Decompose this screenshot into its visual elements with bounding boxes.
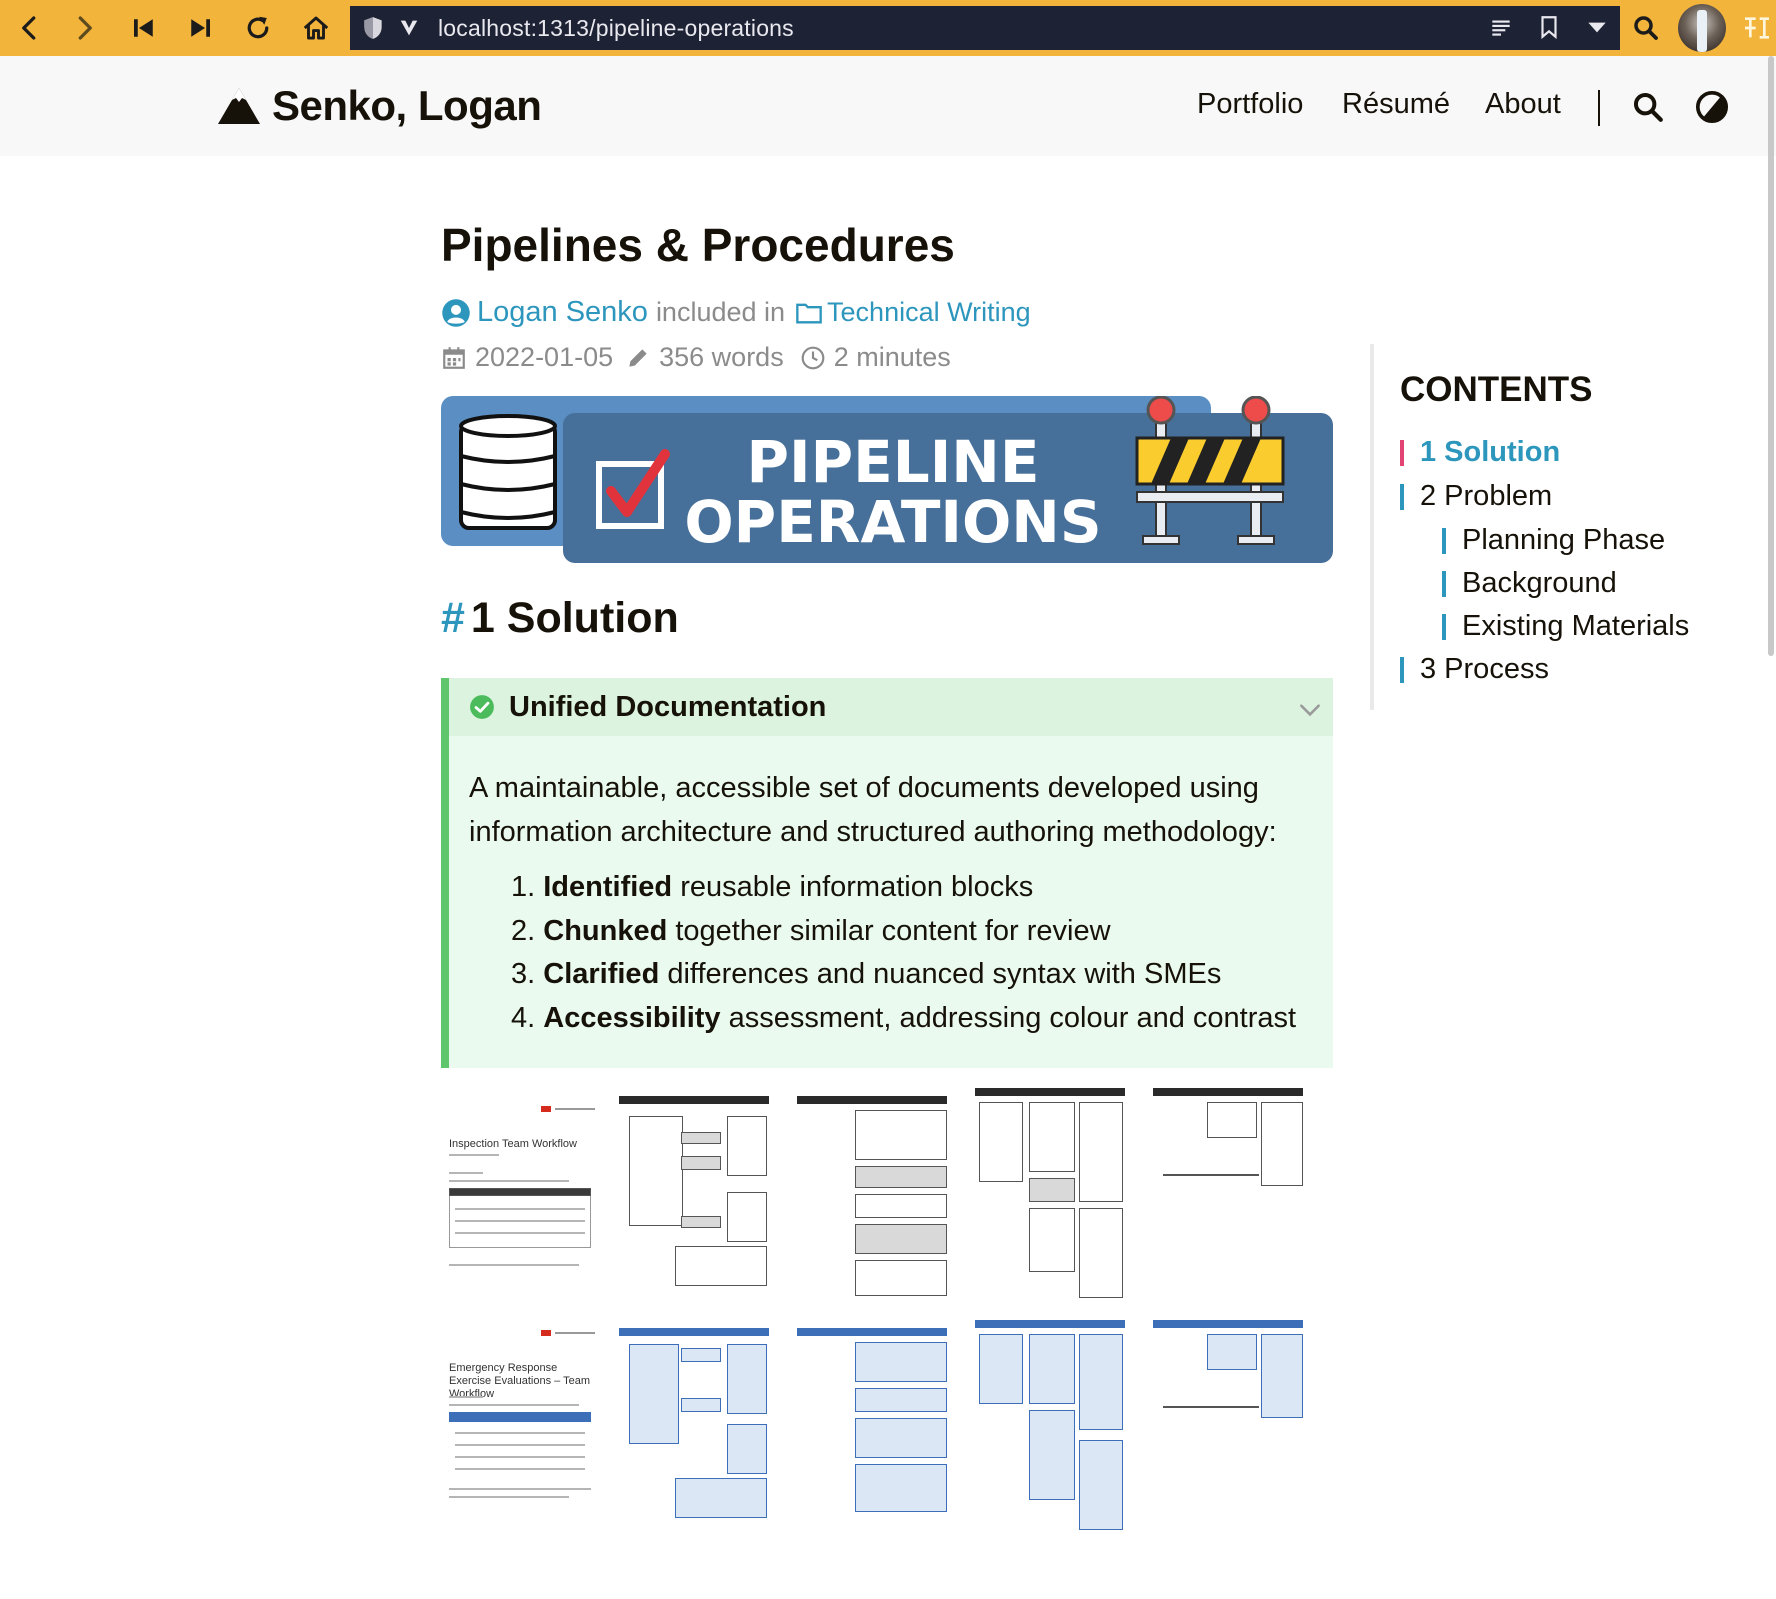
thumbnail-title: Inspection Team Workflow xyxy=(449,1138,577,1150)
site-brand[interactable]: Senko, Logan xyxy=(216,82,542,130)
admonition-intro: A maintainable, accessible set of docume… xyxy=(469,772,1277,848)
post-meta-author: Logan Senko included in Technical Writin… xyxy=(441,296,1031,329)
page-scrollbar[interactable] xyxy=(1768,56,1774,656)
site-search-icon[interactable] xyxy=(1631,90,1665,124)
rewind-icon[interactable] xyxy=(124,8,164,48)
clock-icon xyxy=(801,346,825,369)
shield-icon[interactable] xyxy=(362,15,384,41)
reading-time: 2 minutes xyxy=(833,342,951,372)
brand-name[interactable]: Senko, Logan xyxy=(272,82,542,130)
thumbnail-inspection-overview[interactable]: Inspection Team Workflow xyxy=(441,1096,595,1266)
list-item: 1. Identified reusable information block… xyxy=(511,871,1034,903)
thumbnail-post-inspection[interactable] xyxy=(975,1088,1125,1303)
user-circle-icon xyxy=(442,298,470,327)
reader-view-icon[interactable] xyxy=(1488,14,1514,40)
word-count: 356 words xyxy=(659,342,784,372)
theme-toggle-icon[interactable] xyxy=(1695,90,1729,124)
fast-forward-icon[interactable] xyxy=(180,8,220,48)
toc-item-background[interactable]: Background xyxy=(1442,567,1617,600)
forward-icon[interactable] xyxy=(64,8,104,48)
author-link[interactable]: Logan Senko xyxy=(477,296,648,329)
bookmark-icon[interactable] xyxy=(1536,14,1562,40)
nav-about[interactable]: About xyxy=(1485,88,1561,121)
dropdown-icon[interactable] xyxy=(1584,14,1610,40)
thumbnail-inspection[interactable] xyxy=(797,1096,947,1301)
list-item: 4. Accessibility assessment, addressing … xyxy=(511,1001,1297,1034)
site-info-icon[interactable] xyxy=(398,17,420,39)
thumbnail-emergency-overview[interactable]: Emergency Response Exercise Evaluations … xyxy=(441,1328,595,1508)
browser-toolbar: localhost:1313/pipeline-operations xyxy=(0,0,1776,56)
back-icon[interactable] xyxy=(10,8,50,48)
address-bar[interactable]: localhost:1313/pipeline-operations xyxy=(350,6,1620,50)
thumbnail-pre-inspection[interactable] xyxy=(619,1096,769,1291)
admonition-list: 1. Identified reusable information block… xyxy=(511,866,1296,1040)
included-in-label: included in xyxy=(655,297,786,327)
mountain-logo-icon xyxy=(218,88,260,124)
toc-title: CONTENTS xyxy=(1400,370,1593,409)
site-header: Senko, Logan Portfolio Résumé About xyxy=(0,56,1776,156)
check-circle-icon xyxy=(470,695,494,719)
post-meta-info: 2022-01-05 356 words 2 minutes xyxy=(441,342,951,373)
thumbnail-exercise[interactable] xyxy=(797,1328,947,1518)
chevron-down-icon[interactable] xyxy=(1297,696,1323,722)
barrel-icon xyxy=(459,414,557,530)
list-item: 2. Chunked together similar content for … xyxy=(511,914,1111,947)
browser-search-icon[interactable] xyxy=(1626,8,1666,48)
pencil-icon xyxy=(629,348,647,367)
toc-item-problem[interactable]: 2 Problem xyxy=(1400,480,1552,513)
url-text[interactable]: localhost:1313/pipeline-operations xyxy=(438,15,794,42)
toc-item-process[interactable]: 3 Process xyxy=(1400,653,1549,686)
thumbnail-cer-followup[interactable] xyxy=(1153,1088,1303,1188)
thumbnail-post-exercise[interactable] xyxy=(975,1320,1125,1535)
extension-icon[interactable] xyxy=(1740,12,1774,44)
thumbnail-pre-exercise[interactable] xyxy=(619,1328,769,1523)
toc-item-planning-phase[interactable]: Planning Phase xyxy=(1442,524,1665,557)
admonition-header[interactable]: Unified Documentation xyxy=(449,678,1333,736)
home-icon[interactable] xyxy=(296,8,336,48)
banner-line1: PIPELINE xyxy=(747,428,1040,496)
page-title: Pipelines & Procedures xyxy=(441,219,955,271)
pipeline-operations-banner: PIPELINE OPERATIONS xyxy=(441,396,1333,563)
folder-icon xyxy=(796,303,822,323)
list-item: 3. Clarified differences and nuanced syn… xyxy=(511,958,1222,990)
toc-item-solution[interactable]: 1 Solution xyxy=(1400,436,1560,469)
post-date: 2022-01-05 xyxy=(475,342,614,372)
heading-anchor[interactable]: # xyxy=(441,594,465,642)
category-link[interactable]: Technical Writing xyxy=(827,297,1031,328)
banner-line2: OPERATIONS xyxy=(684,488,1101,556)
nav-portfolio[interactable]: Portfolio xyxy=(1197,88,1303,121)
toc-rail xyxy=(1370,344,1374,710)
reload-icon[interactable] xyxy=(238,8,278,48)
menu-divider xyxy=(1598,90,1600,126)
toc-item-existing-materials[interactable]: Existing Materials xyxy=(1442,610,1689,643)
profile-avatar[interactable] xyxy=(1678,4,1726,52)
admonition-title: Unified Documentation xyxy=(509,690,827,723)
admonition-unified-documentation: Unified Documentation A maintainable, ac… xyxy=(441,678,1333,1068)
section-heading-solution: #1 Solution xyxy=(441,594,679,642)
calendar-icon xyxy=(443,346,465,369)
nav-resume[interactable]: Résumé xyxy=(1342,88,1450,121)
thumbnail-exercise-followup[interactable] xyxy=(1153,1320,1303,1420)
